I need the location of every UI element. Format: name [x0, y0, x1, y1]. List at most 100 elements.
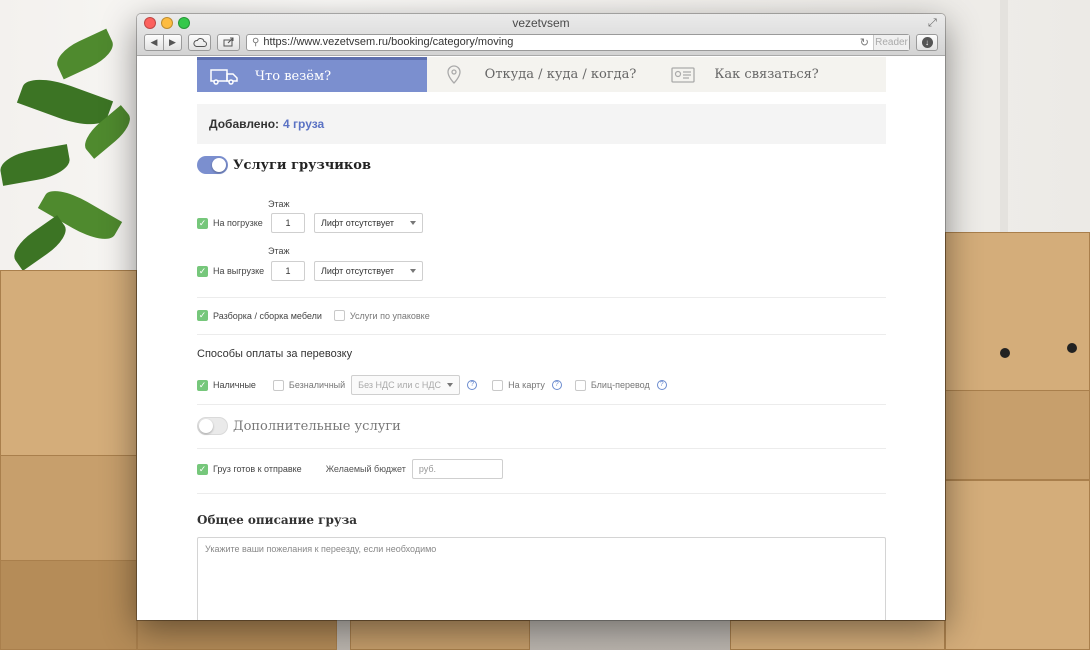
card-checkbox[interactable]: [492, 379, 504, 391]
cash-checkbox[interactable]: ✓: [197, 379, 208, 391]
cashless-checkbox[interactable]: [272, 379, 284, 391]
loading-row: ✓ На погрузке 1 Лифт отсутствует: [197, 213, 423, 233]
unloading-row: ✓ На выгрузке 1 Лифт отсутствует: [197, 261, 423, 281]
divider: [197, 334, 886, 335]
cardboard-box: [0, 560, 137, 650]
share-icon: [223, 37, 233, 47]
chevron-down-icon: [447, 383, 454, 387]
toggle-knob: [199, 419, 213, 433]
movers-toggle[interactable]: [197, 156, 228, 174]
unloading-floor-input[interactable]: 1: [271, 261, 305, 281]
payment-row: ✓ Наличные Безналичный Без НДС или с НДС…: [197, 375, 667, 395]
loading-elevator-select[interactable]: Лифт отсутствует: [314, 213, 423, 233]
map-pin-icon: [439, 64, 469, 85]
divider: [197, 404, 886, 405]
divider: [197, 297, 886, 298]
budget-label: Желаемый бюджет: [325, 464, 406, 474]
browser-window: vezetvsem ⤢ ◀ ▶ ⚲ https://www.vezetvsem.…: [137, 14, 945, 620]
tab-what[interactable]: Что везём?: [197, 57, 427, 92]
movers-toggle-label: Услуги грузчиков: [233, 157, 372, 173]
truck-icon: [209, 66, 239, 86]
cardboard-box: [0, 270, 137, 470]
downloads-button[interactable]: ↓: [916, 33, 938, 51]
packing-label: Услуги по упаковке: [349, 310, 430, 321]
cardboard-box: [350, 620, 530, 650]
budget-input[interactable]: руб.: [411, 459, 503, 479]
unloading-elevator-value: Лифт отсутствует: [321, 266, 395, 276]
tab-what-label: Что везём?: [255, 68, 332, 84]
reader-button[interactable]: Reader: [873, 34, 909, 50]
cashless-label: Безналичный: [288, 380, 346, 390]
added-summary: Добавлено: 4 груза: [197, 104, 886, 144]
extra-movers-options-row: ✓ Разборка / сборка мебели Услуги по упа…: [197, 310, 430, 321]
unloading-label: На выгрузке: [213, 266, 265, 276]
loading-elevator-value: Лифт отсутствует: [321, 218, 395, 228]
cardboard-box: [945, 390, 1090, 480]
reload-icon[interactable]: ↻: [860, 36, 869, 49]
icloud-tabs-button[interactable]: [188, 33, 211, 51]
cargo-ready-label: Груз готов к отправке: [213, 464, 302, 474]
cargo-ready-row: ✓ Груз готов к отправке Желаемый бюджет …: [197, 459, 503, 479]
divider: [197, 493, 886, 494]
cloud-icon: [192, 37, 207, 47]
back-arrow-icon: ◀: [150, 36, 158, 47]
site-icon: ⚲: [252, 36, 260, 48]
blitz-checkbox[interactable]: [574, 379, 586, 391]
loading-floor-label: Этаж: [268, 199, 290, 209]
download-icon: ↓: [921, 36, 933, 48]
cardboard-box: [945, 480, 1090, 650]
cargo-ready-checkbox[interactable]: ✓: [197, 463, 208, 475]
card-label: На карту: [508, 380, 545, 390]
cardboard-box: [137, 620, 337, 650]
box-handle-hole: [1000, 348, 1010, 358]
added-count-link[interactable]: 4 груза: [283, 117, 324, 131]
chevron-down-icon: [410, 269, 416, 273]
contact-card-icon: [668, 65, 698, 85]
unloading-checkbox[interactable]: ✓: [197, 265, 208, 277]
blitz-label: Блиц-перевод: [590, 380, 650, 390]
unloading-elevator-select[interactable]: Лифт отсутствует: [314, 261, 423, 281]
movers-toggle-row: Услуги грузчиков: [197, 156, 371, 174]
extra-services-toggle[interactable]: [197, 417, 228, 435]
loading-checkbox[interactable]: ✓: [197, 217, 208, 229]
cashless-help-icon[interactable]: ?: [467, 380, 478, 390]
card-help-icon[interactable]: ?: [551, 380, 562, 390]
vat-select-value: Без НДС или с НДС: [358, 380, 442, 390]
description-textarea[interactable]: Укажите ваши пожелания к переезду, если …: [197, 537, 886, 620]
added-label: Добавлено:: [209, 117, 280, 131]
back-button[interactable]: ◀: [145, 35, 163, 50]
browser-toolbar: ◀ ▶ ⚲ https://www.vezetvsem.ru/booking/c…: [144, 33, 938, 51]
loading-label: На погрузке: [213, 218, 263, 228]
booking-steps: Что везём? Откуда / куда / когда? Как св…: [197, 57, 886, 92]
blitz-help-icon[interactable]: ?: [656, 380, 667, 390]
vat-select[interactable]: Без НДС или с НДС: [351, 375, 461, 395]
nav-buttons: ◀ ▶: [144, 33, 182, 51]
forward-button[interactable]: ▶: [163, 34, 181, 50]
address-bar[interactable]: ⚲ https://www.vezetvsem.ru/booking/categ…: [246, 33, 910, 51]
cardboard-box: [0, 455, 137, 565]
packing-checkbox[interactable]: [333, 310, 345, 321]
furniture-label: Разборка / сборка мебели: [213, 310, 322, 321]
url-text: https://www.vezetvsem.ru/booking/categor…: [263, 36, 514, 48]
unloading-floor-label: Этаж: [268, 246, 290, 256]
cash-label: Наличные: [213, 380, 256, 390]
toggle-knob: [212, 158, 226, 172]
divider: [197, 448, 886, 449]
loading-floor-input[interactable]: 1: [271, 213, 305, 233]
furniture-checkbox[interactable]: ✓: [197, 310, 208, 321]
description-title: Общее описание груза: [197, 513, 358, 527]
tab-where-when[interactable]: Откуда / куда / когда?: [427, 57, 657, 92]
page-content: Что везём? Откуда / куда / когда? Как св…: [137, 57, 945, 620]
cardboard-box: [945, 232, 1090, 392]
fullscreen-icon[interactable]: ⤢: [928, 17, 940, 29]
tab-contact[interactable]: Как связаться?: [656, 57, 886, 92]
payment-title: Способы оплаты за перевозку: [197, 348, 353, 360]
share-button[interactable]: [217, 33, 240, 51]
window-titlebar: vezetvsem ⤢ ◀ ▶ ⚲ https://www.vezetvsem.…: [137, 14, 945, 56]
extra-toggle-row: Дополнительные услуги: [197, 417, 401, 435]
cardboard-box: [730, 620, 945, 650]
window-title: vezetvsem: [512, 16, 570, 30]
forward-arrow-icon: ▶: [169, 36, 176, 47]
chevron-down-icon: [410, 221, 416, 225]
tab-where-when-label: Откуда / куда / когда?: [484, 67, 637, 82]
